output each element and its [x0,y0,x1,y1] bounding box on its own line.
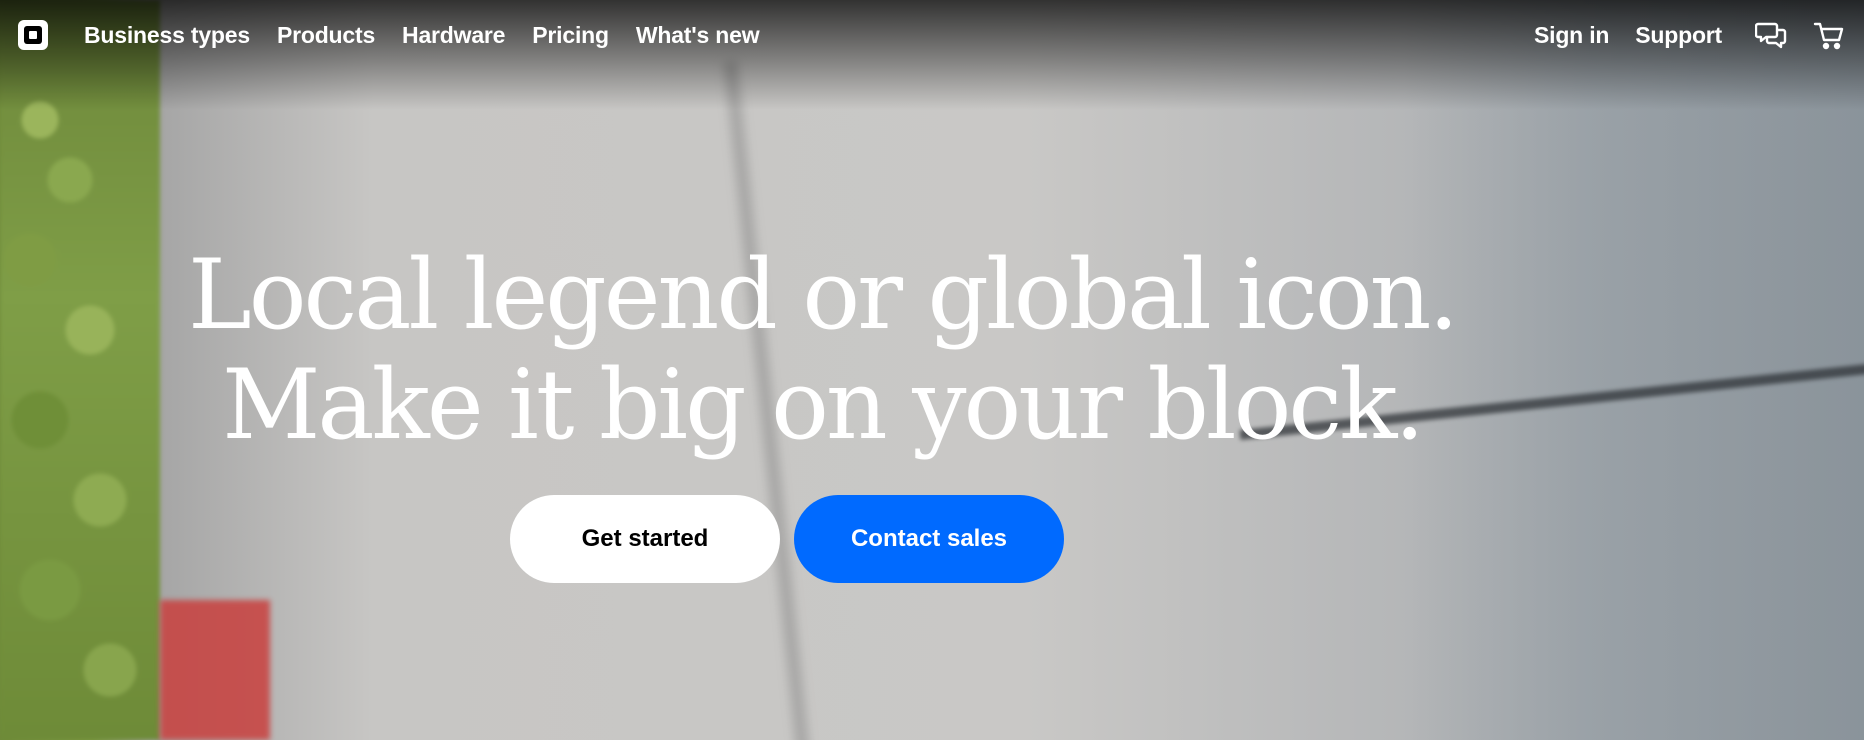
cart-icon[interactable] [1812,18,1846,52]
cta-button-group: Get started Contact sales [510,495,1064,583]
contact-sales-button[interactable]: Contact sales [794,495,1064,583]
support-link[interactable]: Support [1635,22,1722,49]
red-sign-decoration [160,600,270,740]
square-logo-icon[interactable] [18,20,48,50]
chat-bubbles-icon[interactable] [1754,18,1788,52]
hero-section: Local legend or global icon. Make it big… [0,240,1864,583]
hero-title-line-2: Make it big on your block. [222,349,1425,461]
nav-right-group: Sign in Support [1534,18,1846,52]
nav-link-hardware[interactable]: Hardware [402,22,505,49]
nav-link-whats-new[interactable]: What's new [636,22,760,49]
nav-left-group: Business types Products Hardware Pricing… [18,20,786,50]
sign-in-link[interactable]: Sign in [1534,22,1609,49]
hero-title: Local legend or global icon. Make it big… [72,240,1572,460]
nav-link-pricing[interactable]: Pricing [532,22,609,49]
get-started-button[interactable]: Get started [510,495,780,583]
hero-title-line-1: Local legend or global icon. [187,239,1459,351]
nav-link-products[interactable]: Products [277,22,375,49]
page: Business types Products Hardware Pricing… [0,0,1864,740]
nav-link-business-types[interactable]: Business types [84,22,250,49]
top-navigation: Business types Products Hardware Pricing… [0,0,1864,70]
